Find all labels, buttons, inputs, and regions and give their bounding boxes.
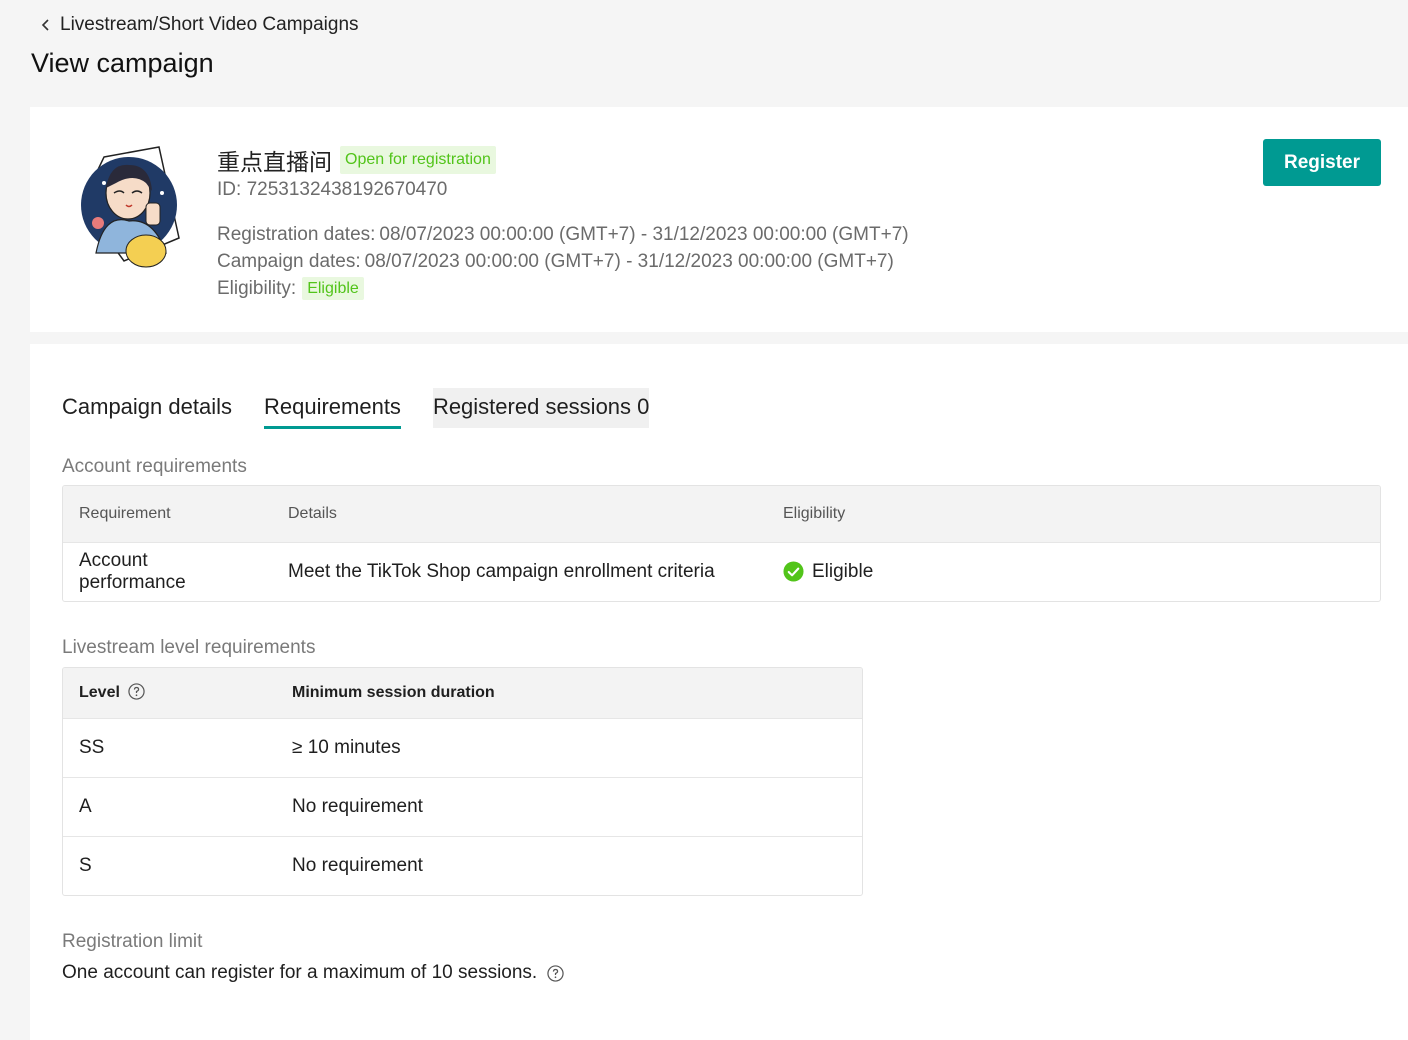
table-header-row: Requirement Details Eligibility: [63, 486, 1380, 542]
page-title: View campaign: [31, 48, 214, 78]
table-header-row: Level Minimum session duration: [63, 668, 862, 718]
help-icon[interactable]: [128, 683, 146, 700]
account-requirements-title: Account requirements: [62, 456, 247, 477]
page: Livestream/Short Video Campaigns View ca…: [0, 0, 1408, 1040]
campaign-dates-value: 08/07/2023 00:00:00 (GMT+7) - 31/12/2023…: [364, 251, 894, 272]
campaign-id: ID: 7253132438192670470: [217, 179, 447, 201]
level-cell: S: [63, 835, 276, 895]
level-cell: A: [63, 776, 276, 836]
campaign-avatar: [81, 146, 180, 268]
registration-limit-title: Registration limit: [62, 931, 203, 952]
livestream-requirements-table: Level Minimum session duration SS ≥ 10 m…: [62, 667, 863, 896]
eligibility-badge: Eligible: [302, 276, 364, 301]
table-row: S No requirement: [63, 835, 862, 895]
table-row: A No requirement: [63, 776, 862, 836]
duration-cell: No requirement: [276, 776, 862, 836]
tab-campaign-details[interactable]: Campaign details: [62, 388, 232, 428]
level-cell: SS: [63, 717, 276, 777]
requirement-cell: Account performance: [63, 541, 272, 601]
campaign-id-label: ID:: [217, 179, 242, 200]
campaign-dates: Campaign dates: 08/07/2023 00:00:00 (GMT…: [217, 248, 909, 275]
column-header-duration: Minimum session duration: [276, 668, 862, 718]
column-header-level: Level: [63, 668, 276, 718]
register-button[interactable]: Register: [1263, 139, 1381, 186]
tab-bar: Campaign details Requirements Registered…: [62, 388, 681, 429]
eligibility-cell: Eligible: [767, 541, 1380, 601]
table-row: Account performance Meet the TikTok Shop…: [63, 541, 1380, 601]
column-header-requirement: Requirement: [63, 486, 272, 542]
help-icon[interactable]: [547, 964, 564, 982]
eligibility: Eligibility: Eligible: [217, 275, 909, 302]
campaign-info: Registration dates: 08/07/2023 00:00:00 …: [217, 221, 909, 302]
tab-requirements[interactable]: Requirements: [263, 388, 401, 429]
registration-dates-label: Registration dates:: [217, 224, 376, 245]
check-circle-icon: [783, 561, 804, 582]
tab-registered-sessions[interactable]: Registered sessions 0: [432, 388, 650, 428]
column-header-eligibility: Eligibility: [767, 486, 1380, 542]
column-header-details: Details: [272, 486, 767, 542]
campaign-summary-card: 重点直播间 Open for registration ID: 72531324…: [30, 107, 1408, 332]
status-badge: Open for registration: [340, 146, 496, 174]
account-requirements-table: Requirement Details Eligibility Account …: [62, 485, 1381, 602]
chevron-left-icon[interactable]: [40, 18, 52, 32]
registration-limit-value: One account can register for a maximum o…: [62, 962, 538, 983]
level-header-label: Level: [79, 684, 120, 702]
eligibility-label: Eligibility:: [217, 278, 297, 299]
campaign-name-row: 重点直播间 Open for registration: [217, 143, 496, 177]
campaign-name: 重点直播间: [217, 150, 332, 176]
eligibility-text: Eligible: [812, 560, 874, 582]
registration-dates: Registration dates: 08/07/2023 00:00:00 …: [217, 221, 909, 248]
duration-cell: ≥ 10 minutes: [276, 717, 862, 777]
breadcrumb-label[interactable]: Livestream/Short Video Campaigns: [60, 14, 359, 36]
duration-cell: No requirement: [276, 835, 862, 895]
campaign-dates-label: Campaign dates:: [217, 251, 361, 272]
details-cell: Meet the TikTok Shop campaign enrollment…: [272, 541, 767, 601]
campaign-id-value: 7253132438192670470: [246, 179, 448, 200]
registration-limit-text: One account can register for a maximum o…: [62, 962, 564, 984]
livestream-requirements-title: Livestream level requirements: [62, 637, 316, 658]
breadcrumb[interactable]: Livestream/Short Video Campaigns: [40, 14, 359, 36]
table-row: SS ≥ 10 minutes: [63, 717, 862, 777]
requirements-card: Campaign details Requirements Registered…: [30, 344, 1408, 1040]
registration-dates-value: 08/07/2023 00:00:00 (GMT+7) - 31/12/2023…: [379, 224, 909, 245]
